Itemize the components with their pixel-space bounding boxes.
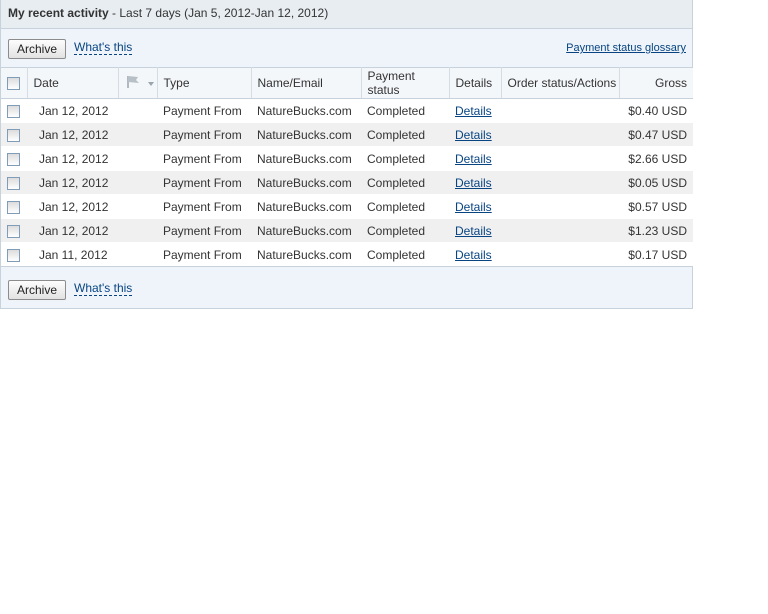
row-payment-status: Completed [361, 194, 449, 219]
row-name-email: NatureBucks.com [251, 122, 361, 147]
row-gross: $0.17 USD [619, 242, 693, 267]
row-type: Payment From [157, 98, 251, 123]
row-order-status [501, 146, 619, 171]
whats-this-link-bottom[interactable]: What's this [74, 282, 133, 296]
details-link[interactable]: Details [455, 104, 492, 118]
activity-header: My recent activity - Last 7 days (Jan 5,… [1, 0, 692, 29]
column-header-order-status: Order status/Actions [501, 67, 620, 99]
whats-this-link[interactable]: What's this [74, 41, 133, 55]
row-gross: $0.47 USD [619, 122, 693, 147]
row-name-email: NatureBucks.com [251, 170, 361, 195]
row-name-email: NatureBucks.com [251, 146, 361, 171]
sort-arrow-icon [147, 76, 155, 90]
activity-table: Date Type Name/Email Payment status Deta… [1, 67, 693, 267]
row-payment-status: Completed [361, 122, 449, 147]
flag-icon [125, 75, 147, 92]
row-order-status [501, 98, 619, 123]
archive-button-bottom[interactable]: Archive [8, 280, 67, 300]
table-row: Jan 12, 2012 Payment From NatureBucks.co… [1, 170, 693, 195]
row-order-status [501, 218, 619, 243]
top-toolbar: Archive What's this Payment status gloss… [1, 29, 692, 67]
row-type: Payment From [157, 170, 251, 195]
table-row: Jan 11, 2012 Payment From NatureBucks.co… [1, 242, 693, 267]
details-link[interactable]: Details [455, 200, 492, 214]
row-type: Payment From [157, 146, 251, 171]
row-checkbox[interactable] [7, 176, 20, 190]
details-link[interactable]: Details [455, 224, 492, 238]
row-payment-status: Completed [361, 218, 449, 243]
row-gross: $0.40 USD [619, 98, 693, 123]
activity-title: My recent activity [8, 6, 109, 20]
row-checkbox[interactable] [7, 152, 20, 166]
row-date: Jan 12, 2012 [27, 194, 157, 219]
row-name-email: NatureBucks.com [251, 194, 361, 219]
row-date: Jan 12, 2012 [27, 146, 157, 171]
row-checkbox[interactable] [7, 200, 20, 214]
row-name-email: NatureBucks.com [251, 242, 361, 267]
column-header-type[interactable]: Type [157, 67, 252, 99]
table-row: Jan 12, 2012 Payment From NatureBucks.co… [1, 146, 693, 171]
row-checkbox[interactable] [7, 104, 20, 118]
row-gross: $0.57 USD [619, 194, 693, 219]
details-link[interactable]: Details [455, 248, 492, 262]
recent-activity-panel: My recent activity - Last 7 days (Jan 5,… [0, 0, 693, 309]
select-all-checkbox[interactable] [7, 77, 20, 91]
select-all-header [1, 67, 28, 99]
row-name-email: NatureBucks.com [251, 98, 361, 123]
details-link[interactable]: Details [455, 152, 492, 166]
row-payment-status: Completed [361, 146, 449, 171]
bottom-toolbar: Archive What's this [1, 271, 693, 309]
row-date: Jan 12, 2012 [27, 170, 157, 195]
row-order-status [501, 194, 619, 219]
payment-status-glossary-link[interactable]: Payment status glossary [566, 42, 686, 54]
row-gross: $1.23 USD [619, 218, 693, 243]
row-date: Jan 12, 2012 [27, 218, 157, 243]
row-checkbox[interactable] [7, 248, 20, 262]
column-header-details: Details [449, 67, 502, 99]
column-header-gross[interactable]: Gross [619, 67, 693, 99]
row-gross: $0.05 USD [619, 170, 693, 195]
row-payment-status: Completed [361, 98, 449, 123]
row-date: Jan 12, 2012 [27, 98, 157, 123]
row-order-status [501, 170, 619, 195]
row-order-status [501, 242, 619, 267]
table-row: Jan 12, 2012 Payment From NatureBucks.co… [1, 194, 693, 219]
row-name-email: NatureBucks.com [251, 218, 361, 243]
row-type: Payment From [157, 194, 251, 219]
row-type: Payment From [157, 122, 251, 147]
row-order-status [501, 122, 619, 147]
row-checkbox[interactable] [7, 128, 20, 142]
row-date: Jan 12, 2012 [27, 122, 157, 147]
row-gross: $2.66 USD [619, 146, 693, 171]
activity-date-range: - Last 7 days (Jan 5, 2012-Jan 12, 2012) [108, 6, 329, 20]
row-date: Jan 11, 2012 [27, 242, 157, 267]
row-type: Payment From [157, 218, 251, 243]
table-row: Jan 12, 2012 Payment From NatureBucks.co… [1, 218, 693, 243]
archive-button[interactable]: Archive [8, 39, 67, 59]
column-header-name-email[interactable]: Name/Email [251, 67, 362, 99]
row-payment-status: Completed [361, 242, 449, 267]
column-header-payment-status[interactable]: Payment status [361, 67, 450, 99]
row-payment-status: Completed [361, 170, 449, 195]
row-checkbox[interactable] [7, 224, 20, 238]
details-link[interactable]: Details [455, 176, 492, 190]
flag-column-header[interactable] [118, 67, 158, 99]
row-type: Payment From [157, 242, 251, 267]
table-row: Jan 12, 2012 Payment From NatureBucks.co… [1, 122, 693, 147]
table-header-row: Date Type Name/Email Payment status Deta… [1, 67, 693, 99]
table-row: Jan 12, 2012 Payment From NatureBucks.co… [1, 98, 693, 123]
column-header-date[interactable]: Date [27, 67, 119, 99]
details-link[interactable]: Details [455, 128, 492, 142]
